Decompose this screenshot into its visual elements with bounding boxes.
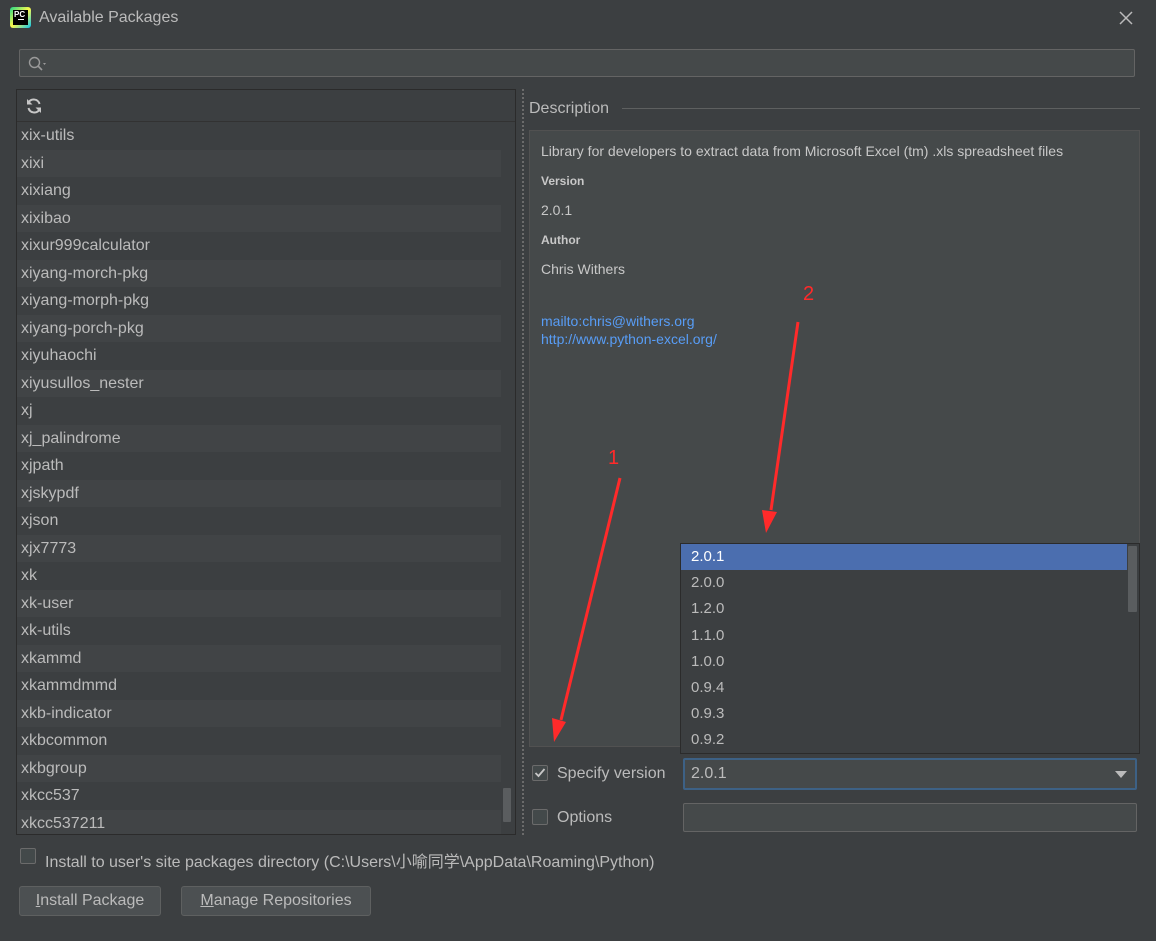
install-user-site-label: Install to user's site packages director… xyxy=(45,854,655,871)
options-label: Options xyxy=(557,809,613,826)
list-toolbar xyxy=(17,90,515,122)
install-package-button[interactable]: Install Package xyxy=(19,886,161,916)
package-list-item[interactable]: xiyuhaochi xyxy=(17,342,501,370)
description-header: Description xyxy=(529,100,610,117)
package-list-item[interactable]: xk-user xyxy=(17,589,501,617)
close-button[interactable] xyxy=(1114,6,1138,30)
description-divider xyxy=(622,108,1140,109)
package-list-item[interactable]: xkammdmmd xyxy=(17,672,501,700)
package-list-item[interactable]: xiyang-morph-pkg xyxy=(17,287,501,315)
package-list: xix-utils xixi xixiang xixibao xixur999calcu… xyxy=(17,122,501,834)
specify-version-checkbox[interactable] xyxy=(532,765,548,781)
package-list-item[interactable]: xkbcommon xyxy=(17,727,501,755)
version-option[interactable]: 0.9.4 xyxy=(681,675,1127,701)
package-list-item[interactable]: xj_palindrome xyxy=(17,424,501,452)
package-list-panel: xix-utils xixi xixiang xixibao xixur999calcu… xyxy=(16,89,516,835)
options-checkbox[interactable] xyxy=(532,809,548,825)
package-list-item[interactable]: xiyusullos_nester xyxy=(17,369,501,397)
version-select[interactable]: 2.0.1 xyxy=(683,758,1137,790)
search-icon xyxy=(28,56,46,71)
package-list-item[interactable]: xj xyxy=(17,397,501,425)
title-bar: PC Available Packages xyxy=(0,0,1156,38)
options-input[interactable] xyxy=(684,804,1140,833)
version-dropdown-list: 2.0.1 2.0.0 1.2.0 1.1.0 1.0.0 0.9.4 0.9.3 0.9.2 xyxy=(680,543,1140,754)
package-version: 2.0.1 xyxy=(541,202,573,218)
options-field[interactable] xyxy=(683,803,1140,833)
version-option[interactable]: 1.1.0 xyxy=(681,623,1127,649)
list-scrollbar[interactable] xyxy=(503,788,511,822)
package-list-item[interactable]: xkb-indicator xyxy=(17,699,501,727)
author-email-link[interactable]: mailto:chris@withers.org xyxy=(541,313,694,329)
version-option[interactable]: 1.0.0 xyxy=(681,649,1127,675)
package-list-item[interactable]: xkbgroup xyxy=(17,754,501,782)
version-option[interactable]: 0.9.2 xyxy=(681,727,1127,753)
package-summary: Library for developers to extract data f… xyxy=(541,143,1064,159)
install-user-site-checkbox[interactable] xyxy=(20,848,36,864)
pycharm-logo-icon: PC xyxy=(10,7,31,28)
package-list-item[interactable]: xixiang xyxy=(17,177,501,205)
panel-splitter[interactable] xyxy=(519,89,527,835)
version-select-value: 2.0.1 xyxy=(691,765,727,782)
specify-version-label: Specify version xyxy=(557,765,666,782)
version-option[interactable]: 2.0.1 xyxy=(681,544,1127,571)
window-title: Available Packages xyxy=(39,9,179,26)
package-list-item[interactable]: xiyang-porch-pkg xyxy=(17,314,501,342)
version-option[interactable]: 1.2.0 xyxy=(681,596,1127,622)
package-list-item[interactable]: xixi xyxy=(17,149,501,177)
close-icon xyxy=(1119,11,1133,25)
package-list-item[interactable]: xiyang-morch-pkg xyxy=(17,259,501,287)
package-list-item[interactable]: xixur999calculator xyxy=(17,232,501,260)
package-list-item[interactable]: xjskypdf xyxy=(17,479,501,507)
version-option[interactable]: 2.0.0 xyxy=(681,570,1127,596)
chevron-down-icon xyxy=(1115,771,1127,778)
search-input[interactable] xyxy=(54,52,1128,76)
version-option[interactable]: 0.9.3 xyxy=(681,701,1127,727)
package-list-item[interactable]: xjpath xyxy=(17,452,501,480)
version-label: Version xyxy=(541,174,585,188)
homepage-link[interactable]: http://www.python-excel.org/ xyxy=(541,331,717,347)
package-list-item[interactable]: xkammd xyxy=(17,644,501,672)
package-list-item[interactable]: xkcc537211 xyxy=(17,809,501,834)
refresh-icon[interactable] xyxy=(25,97,43,115)
package-author: Chris Withers xyxy=(541,261,626,277)
author-label: Author xyxy=(541,233,581,247)
package-list-item[interactable]: xjson xyxy=(17,507,501,535)
version-list-scrollbar[interactable] xyxy=(1128,546,1137,612)
manage-repositories-button[interactable]: Manage Repositories xyxy=(181,886,371,916)
package-list-item[interactable]: xix-utils xyxy=(17,122,501,150)
search-field[interactable] xyxy=(19,49,1135,77)
checkmark-icon xyxy=(534,768,546,778)
package-list-item[interactable]: xk xyxy=(17,562,501,590)
package-list-item[interactable]: xk-utils xyxy=(17,617,501,645)
package-list-item[interactable]: xjx7773 xyxy=(17,534,501,562)
package-list-item[interactable]: xkcc537 xyxy=(17,782,501,810)
package-list-item[interactable]: xixibao xyxy=(17,204,501,232)
